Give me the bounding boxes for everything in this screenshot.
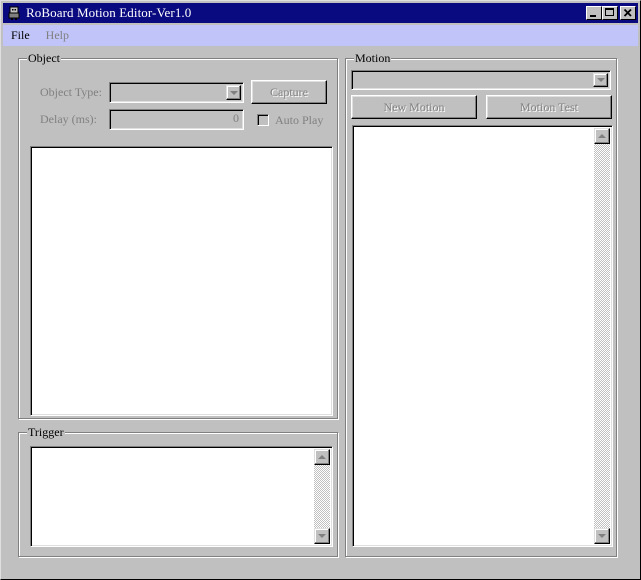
- motion-group-label: Motion: [354, 51, 392, 65]
- robot-app-icon[interactable]: [7, 6, 21, 20]
- title-bar[interactable]: RoBoard Motion Editor-Ver1.0: [3, 3, 638, 23]
- menu-bar: File Help: [3, 25, 638, 46]
- delay-input[interactable]: 0: [109, 109, 244, 130]
- motion-dropdown-button[interactable]: [593, 73, 608, 87]
- scroll-down-button[interactable]: [594, 528, 610, 544]
- new-motion-button[interactable]: New Motion: [351, 95, 477, 119]
- chevron-up-icon: [598, 134, 606, 138]
- motion-scrollbar[interactable]: [594, 128, 610, 544]
- close-icon: [623, 8, 632, 17]
- object-type-dropdown-button[interactable]: [226, 85, 241, 100]
- trigger-group-label: Trigger: [27, 425, 65, 439]
- chevron-down-icon: [229, 90, 238, 95]
- window-controls: [586, 6, 636, 20]
- motion-test-button[interactable]: Motion Test: [486, 95, 612, 119]
- auto-play-checkbox[interactable]: [257, 114, 269, 126]
- motion-list[interactable]: [352, 125, 613, 547]
- delay-label: Delay (ms):: [40, 112, 97, 126]
- menu-file[interactable]: File: [3, 28, 38, 43]
- motion-select[interactable]: [351, 70, 611, 90]
- chevron-down-icon: [598, 534, 606, 538]
- object-group-label: Object: [27, 51, 61, 65]
- auto-play-label[interactable]: Auto Play: [275, 113, 323, 128]
- close-button[interactable]: [620, 6, 636, 20]
- object-type-select[interactable]: [109, 82, 244, 103]
- scroll-up-button[interactable]: [594, 128, 610, 144]
- menu-help[interactable]: Help: [38, 28, 77, 43]
- window-title: RoBoard Motion Editor-Ver1.0: [26, 5, 192, 20]
- app-window: RoBoard Motion Editor-Ver1.0 File Help O…: [0, 0, 641, 580]
- minimize-icon: [590, 15, 596, 17]
- maximize-icon: [605, 8, 614, 16]
- scroll-up-button[interactable]: [314, 449, 330, 465]
- object-list[interactable]: [30, 146, 333, 416]
- trigger-list[interactable]: [30, 446, 333, 547]
- maximize-button[interactable]: [602, 6, 618, 20]
- chevron-down-icon: [596, 78, 605, 82]
- trigger-scrollbar[interactable]: [314, 449, 330, 544]
- chevron-down-icon: [318, 534, 326, 538]
- capture-button[interactable]: Capture: [251, 80, 327, 104]
- minimize-button[interactable]: [586, 6, 602, 20]
- object-type-label: Object Type:: [40, 85, 102, 99]
- scroll-down-button[interactable]: [314, 528, 330, 544]
- chevron-up-icon: [318, 455, 326, 459]
